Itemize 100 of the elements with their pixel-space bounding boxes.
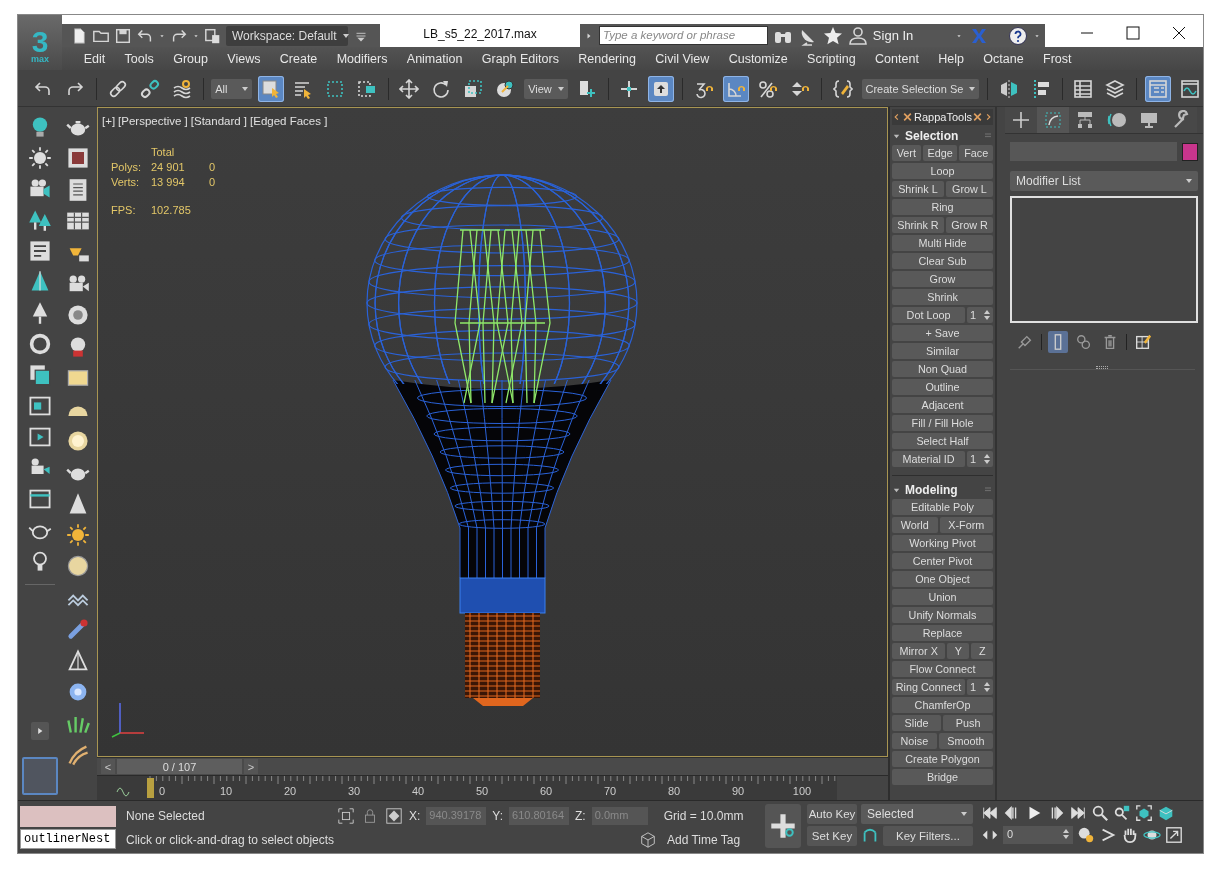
menu-item[interactable]: Create <box>270 51 327 66</box>
menu-item[interactable]: Rendering <box>568 51 646 66</box>
tripod-icon[interactable] <box>66 648 90 673</box>
project-folder-icon[interactable] <box>204 26 222 45</box>
show-end-result-icon[interactable] <box>1048 331 1068 353</box>
tool-button[interactable]: Grow L <box>945 181 993 197</box>
angle-snap-icon[interactable] <box>722 75 749 102</box>
field-of-view-icon[interactable] <box>1099 826 1117 844</box>
tool-button[interactable]: Push <box>943 715 993 731</box>
set-key-plus-icon[interactable] <box>765 804 801 848</box>
play-icon[interactable] <box>30 722 49 740</box>
hierarchy-icon[interactable] <box>1069 107 1101 133</box>
menu-item[interactable]: Edit <box>74 51 115 66</box>
tool-button[interactable]: Shrink R <box>892 217 944 233</box>
tool-button[interactable]: Center Pivot <box>892 553 993 569</box>
menu-item[interactable]: Civil View <box>645 51 719 66</box>
set-key-button[interactable]: Set Key <box>807 826 857 846</box>
curve-icon[interactable] <box>116 787 130 797</box>
tool-button[interactable]: X-Form <box>939 517 993 533</box>
workspace-dropdown[interactable]: Workspace: Default <box>226 25 348 46</box>
picture-frame-icon[interactable] <box>66 146 90 171</box>
current-frame-marker[interactable] <box>147 778 154 798</box>
listener-input-field[interactable]: outlinerNest <box>20 829 116 849</box>
tool-button[interactable]: Z <box>971 643 993 659</box>
tool-button[interactable]: ChamferOp <box>892 697 993 713</box>
section-title[interactable]: Modeling <box>905 483 979 497</box>
tool-button[interactable]: Shrink <box>892 289 993 305</box>
viewport-layout-tab[interactable] <box>21 757 58 795</box>
menu-item[interactable]: Group <box>163 51 218 66</box>
selection-lock-bracket-icon[interactable] <box>337 807 355 825</box>
auto-key-button[interactable]: Auto Key <box>807 804 857 824</box>
tool-button[interactable]: + Save <box>892 325 993 341</box>
key-filters-button[interactable]: Key Filters... <box>883 826 973 846</box>
zoom-all-icon[interactable] <box>1113 804 1131 822</box>
go-to-end-icon[interactable] <box>1069 804 1087 822</box>
tool-button[interactable]: Loop <box>892 163 993 179</box>
tool-button[interactable]: Vert <box>892 145 921 161</box>
user-icon[interactable] <box>847 25 868 46</box>
maximize-icon[interactable] <box>1123 23 1143 43</box>
tool-button[interactable]: Flow Connect <box>892 661 993 677</box>
menu-item[interactable]: Help <box>928 51 974 66</box>
time-slider-thumb[interactable]: 0 / 107 <box>117 759 242 774</box>
sphere-icon[interactable] <box>66 554 90 579</box>
zoom-icon[interactable] <box>1091 804 1109 822</box>
menu-item[interactable]: Frost <box>1033 51 1082 66</box>
tool-button[interactable]: Bridge <box>892 769 993 785</box>
spinner-arrows-icon[interactable] <box>984 454 990 464</box>
search-field[interactable]: Type a keyword or phrase <box>599 26 768 45</box>
tool-button[interactable]: Unify Normals <box>892 607 993 623</box>
tool-button[interactable]: Dot Loop <box>892 307 965 323</box>
tool-button[interactable]: Fill / Fill Hole <box>892 415 993 431</box>
tool-button[interactable]: Multi Hide <box>892 235 993 251</box>
configure-icon[interactable] <box>1133 332 1153 352</box>
spinner-field[interactable]: 1 <box>967 451 993 467</box>
time-configuration-icon[interactable] <box>1077 826 1095 844</box>
tool-button[interactable]: Create Polygon <box>892 751 993 767</box>
star-icon[interactable] <box>822 25 843 46</box>
tool-button[interactable]: Grow R <box>945 217 993 233</box>
tool-button[interactable]: One Object <box>892 571 993 587</box>
sun-icon[interactable] <box>27 146 52 170</box>
toolbar-dropdown[interactable]: View <box>524 78 568 99</box>
sign-in-link[interactable]: Sign In <box>872 28 951 43</box>
add-time-tag-button[interactable]: Add Time Tag <box>667 833 741 847</box>
film-icon[interactable] <box>27 425 52 449</box>
help-icon[interactable] <box>1008 25 1028 46</box>
go-to-start-icon[interactable] <box>981 804 999 822</box>
tool-button[interactable]: Replace <box>892 625 993 641</box>
viewport-label[interactable]: [Perspective ] <box>118 115 188 127</box>
section-title[interactable]: Selection <box>905 129 979 143</box>
tool-button[interactable]: Working Pivot <box>892 535 993 551</box>
capsule-icon[interactable] <box>66 617 90 642</box>
tool-button[interactable]: World <box>892 517 938 533</box>
tool-button[interactable]: Edge <box>922 145 958 161</box>
spinner-field[interactable]: 1 <box>967 307 993 323</box>
sun-icon[interactable] <box>66 523 90 548</box>
menu-item[interactable]: Modifiers <box>327 51 398 66</box>
tool-button[interactable]: Union <box>892 589 993 605</box>
menu-item[interactable]: Animation <box>397 51 473 66</box>
viewport-label[interactable]: [Edged Faces ] <box>250 115 328 127</box>
app-logo[interactable]: 3 max <box>18 15 62 70</box>
save-icon[interactable] <box>114 26 132 45</box>
ring-icon[interactable] <box>27 332 52 356</box>
maximize-viewport-icon[interactable] <box>1165 826 1183 844</box>
previous-frame-button[interactable]: < <box>101 759 115 774</box>
tool-button[interactable]: Clear Sub <box>892 253 993 269</box>
tool-button[interactable]: Outline <box>892 379 993 395</box>
text-panel-icon[interactable] <box>27 239 52 263</box>
wrench-icon[interactable] <box>1165 107 1197 133</box>
panel-icon[interactable] <box>27 394 52 418</box>
tool-button[interactable]: Noise <box>892 733 937 749</box>
transform-mode-icon[interactable] <box>385 807 403 825</box>
tool-button[interactable]: Non Quad <box>892 361 993 377</box>
tool-button[interactable]: Grow <box>892 271 993 287</box>
menu-item[interactable]: Graph Editors <box>472 51 569 66</box>
menu-item[interactable]: Tools <box>114 51 164 66</box>
tool-button[interactable]: Slide <box>892 715 942 731</box>
cube-icon[interactable] <box>639 831 657 849</box>
spinner-arrows-icon[interactable] <box>984 310 990 320</box>
window-icon[interactable] <box>27 487 52 511</box>
toolbar-dropdown[interactable]: Create Selection Se <box>861 78 980 99</box>
